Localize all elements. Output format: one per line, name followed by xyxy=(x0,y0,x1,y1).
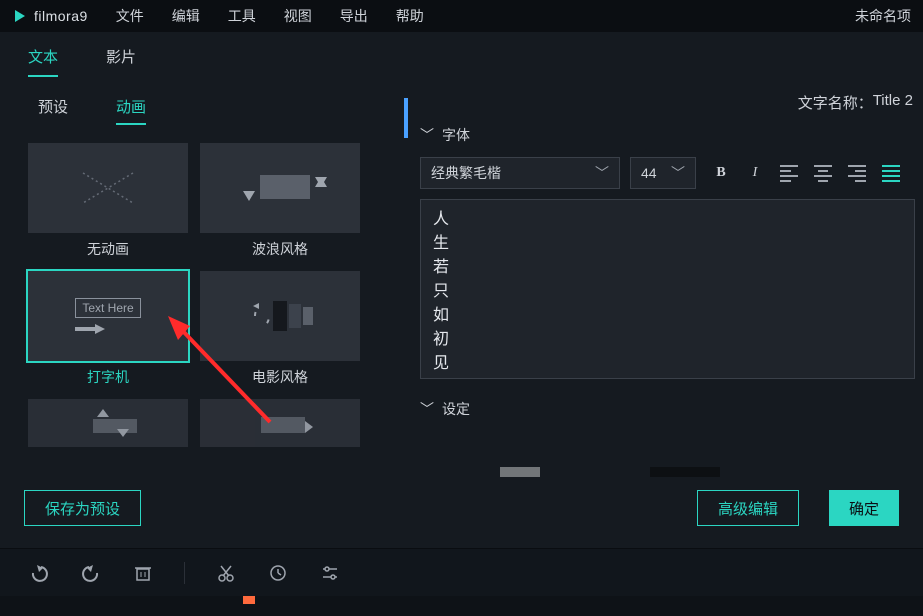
redo-icon[interactable] xyxy=(80,562,102,584)
tab-preset[interactable]: 预设 xyxy=(38,96,68,125)
bold-button[interactable]: B xyxy=(710,162,732,184)
editor-body: 预设 动画 无动画 xyxy=(0,82,923,472)
font-section-toggle[interactable]: ﹀ 字体 xyxy=(420,125,919,145)
timeline-toolbar xyxy=(0,548,923,596)
italic-button[interactable]: I xyxy=(744,162,766,184)
chevron-down-icon: ﹀ xyxy=(420,125,434,145)
playhead[interactable] xyxy=(243,596,255,604)
font-family-select[interactable]: 经典繁毛楷 ﹀ xyxy=(420,157,620,189)
font-size-select[interactable]: 44 ﹀ xyxy=(630,157,696,189)
app-name: filmora9 xyxy=(34,8,88,24)
cut-icon[interactable] xyxy=(215,562,237,584)
no-anim-icon xyxy=(73,163,143,213)
main-menu: 文件 编辑 工具 视图 导出 帮助 xyxy=(116,6,424,26)
advanced-edit-button[interactable]: 高级编辑 xyxy=(697,490,799,526)
mode-tab-bar: 文本 影片 xyxy=(0,32,923,82)
text-content-input[interactable]: 人 生 若 只 如 初 见 xyxy=(420,199,915,379)
timeline[interactable] xyxy=(0,596,923,616)
arrow-right-icon xyxy=(75,324,105,334)
menu-file[interactable]: 文件 xyxy=(116,6,144,26)
chevron-down-icon: ﹀ xyxy=(595,163,609,183)
text-name-value: Title 2 xyxy=(873,92,913,113)
dialog-footer: 保存为预设 高级编辑 确定 xyxy=(0,472,923,548)
animation-panel: 预设 动画 无动画 xyxy=(0,82,400,472)
adjust-icon[interactable] xyxy=(319,562,341,584)
anim-typewriter[interactable]: Text Here 打字机 xyxy=(28,271,188,387)
delete-icon[interactable] xyxy=(132,562,154,584)
menu-export[interactable]: 导出 xyxy=(340,6,368,26)
menu-help[interactable]: 帮助 xyxy=(396,6,424,26)
logo-icon xyxy=(12,8,28,24)
animation-grid: 无动画 波浪风格 Text Here xyxy=(28,143,380,447)
ok-button[interactable]: 确定 xyxy=(829,490,899,526)
menu-view[interactable]: 视图 xyxy=(284,6,312,26)
undo-icon[interactable] xyxy=(28,562,50,584)
anim-wave[interactable]: 波浪风格 xyxy=(200,143,360,259)
anim-label: 打字机 xyxy=(87,367,129,387)
anim-label: 波浪风格 xyxy=(252,239,308,259)
settings-heading: 设定 xyxy=(442,399,470,419)
text-name-row: 文字名称： Title 2 xyxy=(420,92,919,113)
settings-content xyxy=(420,437,919,477)
text-name-label: 文字名称： xyxy=(798,92,873,113)
chevron-down-icon: ﹀ xyxy=(671,163,685,183)
tab-text[interactable]: 文本 xyxy=(28,38,58,77)
typewriter-placeholder: Text Here xyxy=(75,298,140,318)
project-title: 未命名项 xyxy=(855,6,911,26)
tab-movie[interactable]: 影片 xyxy=(106,38,136,77)
settings-section-toggle[interactable]: ﹀ 设定 xyxy=(420,399,919,419)
anim-extra-1[interactable] xyxy=(28,399,188,447)
chevron-down-icon: ﹀ xyxy=(420,399,434,419)
menu-tools[interactable]: 工具 xyxy=(228,6,256,26)
wave-icon xyxy=(225,163,335,213)
font-heading: 字体 xyxy=(442,125,470,145)
clock-icon[interactable] xyxy=(267,562,289,584)
menu-edit[interactable]: 编辑 xyxy=(172,6,200,26)
tab-animation[interactable]: 动画 xyxy=(116,96,146,125)
app-logo: filmora9 xyxy=(12,8,88,24)
extra-icon xyxy=(63,403,153,443)
text-properties-panel: 文字名称： Title 2 ﹀ 字体 经典繁毛楷 ﹀ 44 ﹀ B I xyxy=(400,82,923,472)
scroll-indicator xyxy=(404,98,408,138)
align-justify-button[interactable] xyxy=(880,162,902,184)
titlebar: filmora9 文件 编辑 工具 视图 导出 帮助 未命名项 xyxy=(0,0,923,32)
anim-cinema[interactable]: 电影风格 xyxy=(200,271,360,387)
anim-label: 电影风格 xyxy=(252,367,308,387)
extra-icon xyxy=(235,403,325,443)
save-preset-button[interactable]: 保存为预设 xyxy=(24,490,141,526)
cinema-icon xyxy=(235,291,325,341)
align-center-button[interactable] xyxy=(812,162,834,184)
anim-no-animation[interactable]: 无动画 xyxy=(28,143,188,259)
font-family-value: 经典繁毛楷 xyxy=(431,163,501,183)
anim-label: 无动画 xyxy=(87,239,129,259)
font-controls: 经典繁毛楷 ﹀ 44 ﹀ B I xyxy=(420,157,919,189)
divider xyxy=(184,562,185,584)
align-left-button[interactable] xyxy=(778,162,800,184)
anim-extra-2[interactable] xyxy=(200,399,360,447)
font-size-value: 44 xyxy=(641,165,657,181)
align-right-button[interactable] xyxy=(846,162,868,184)
